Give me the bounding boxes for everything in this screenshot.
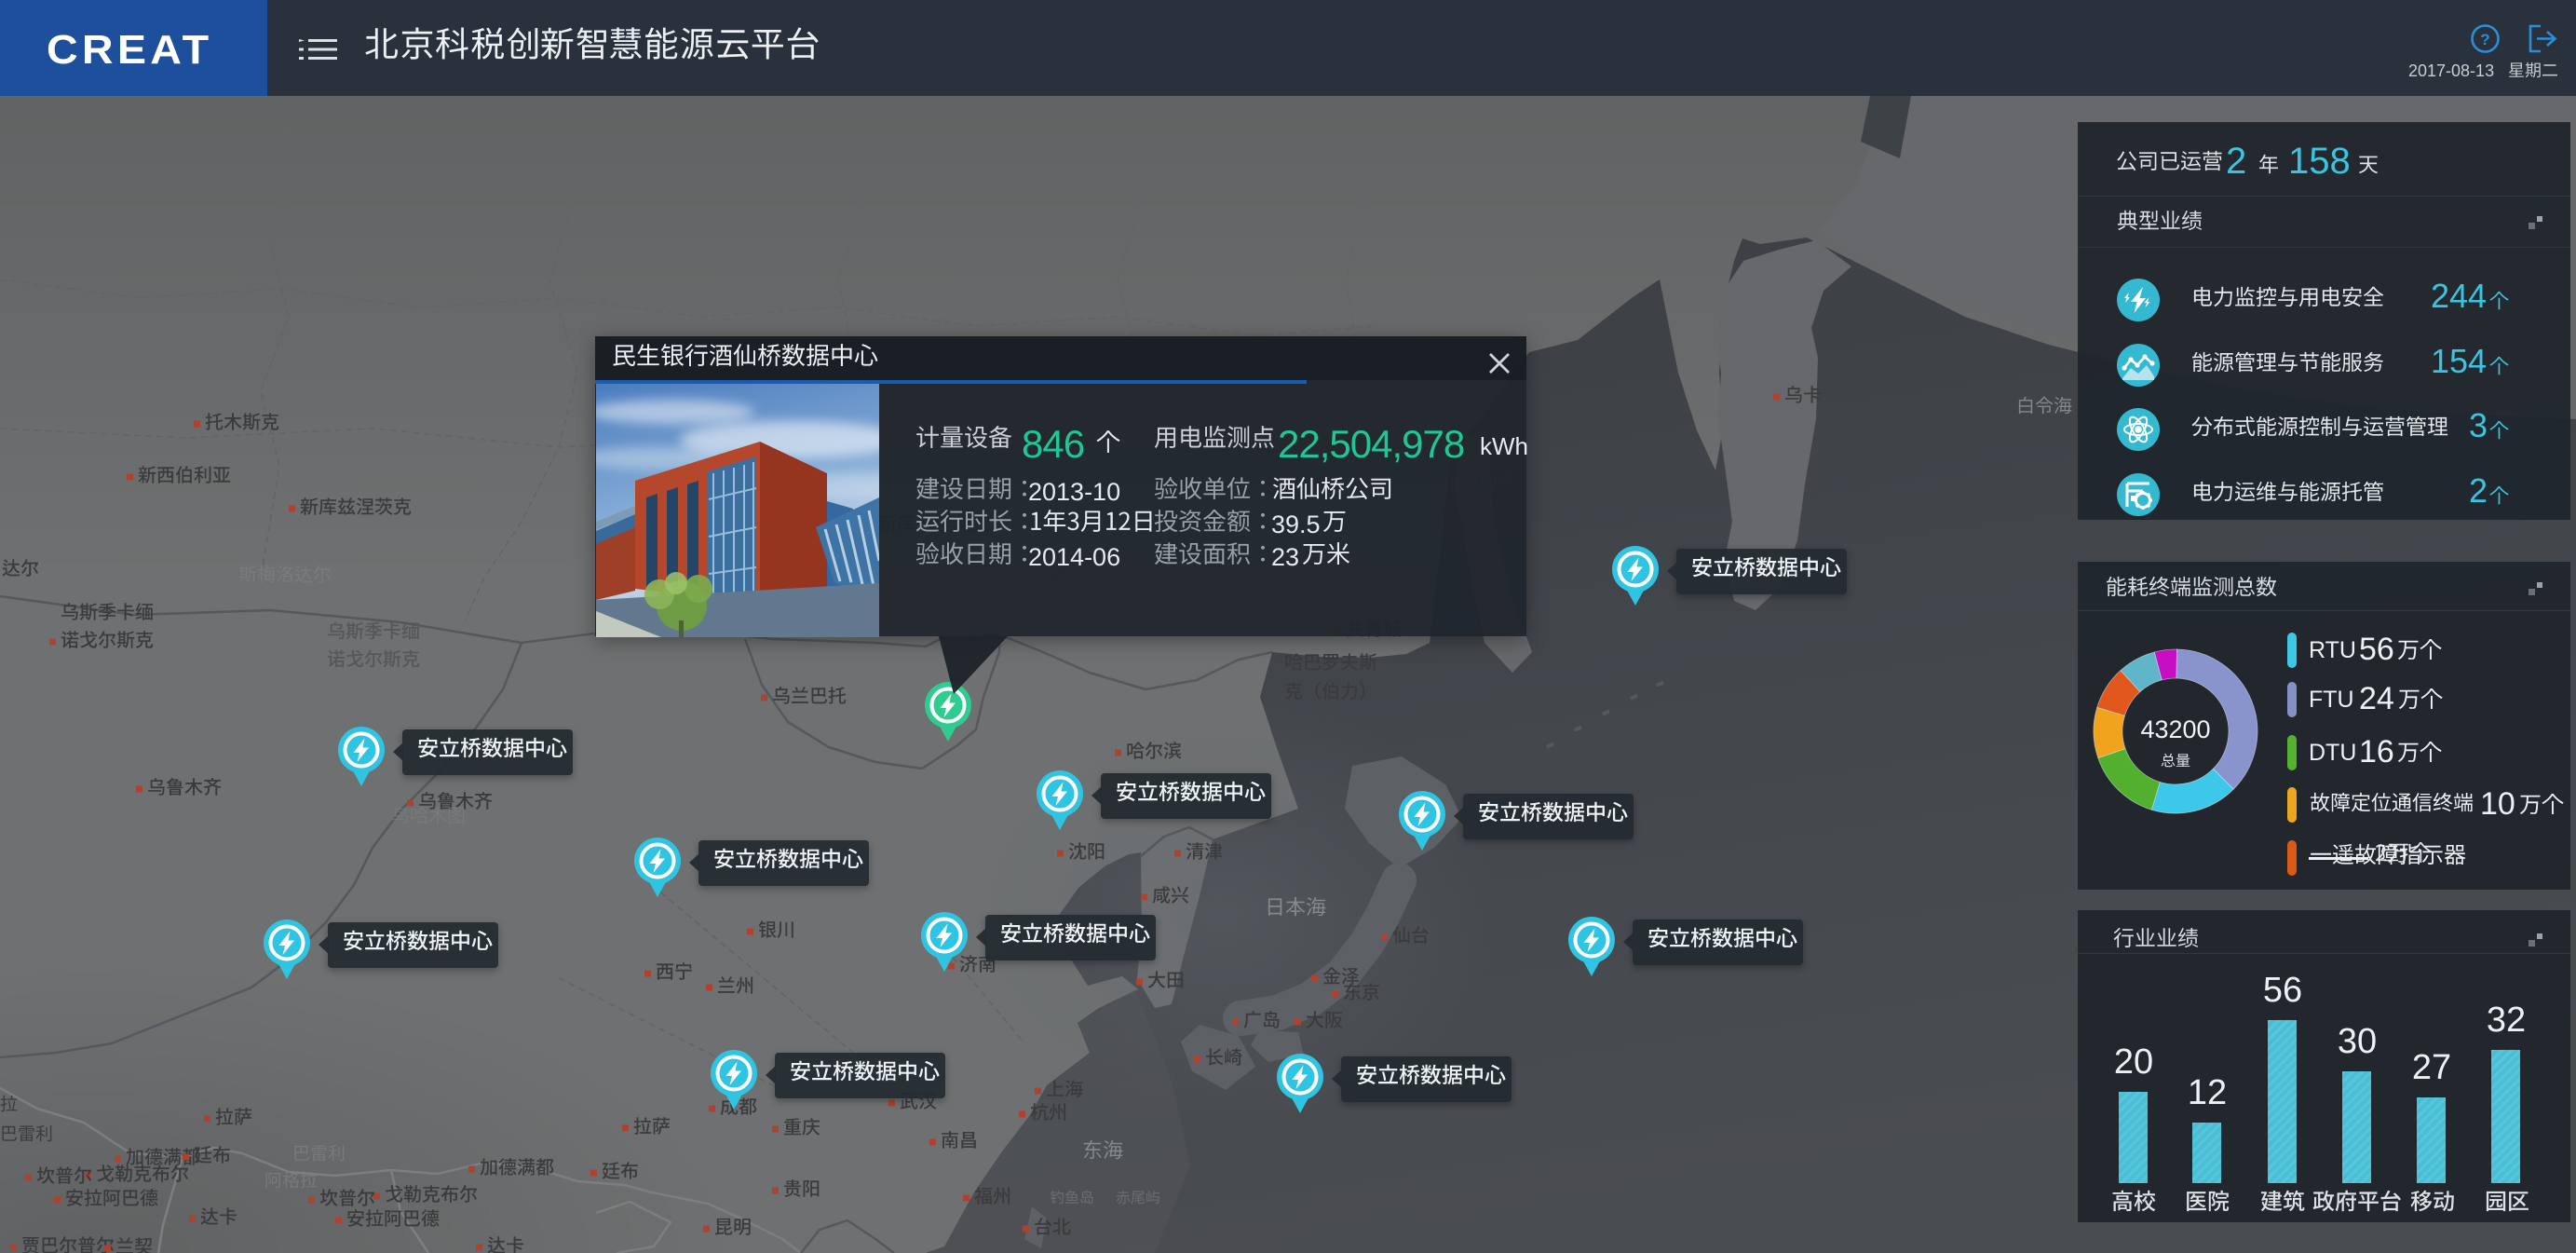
svg-text:?: ? — [2480, 31, 2489, 48]
